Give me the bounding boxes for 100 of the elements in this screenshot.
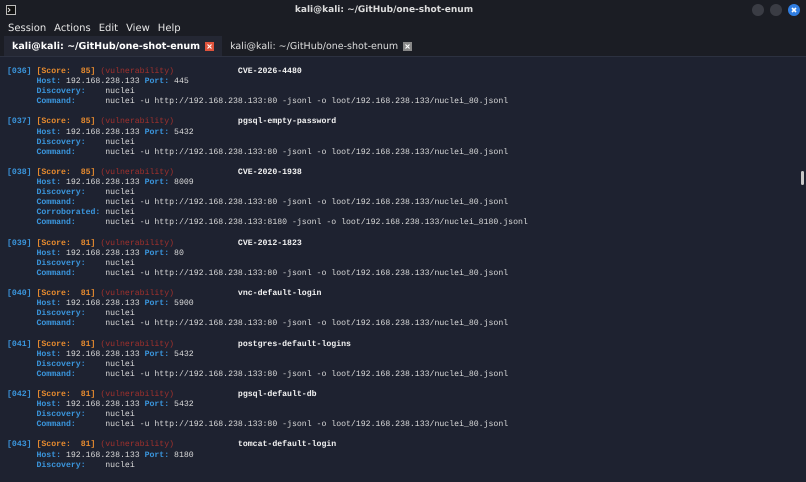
field-label: Command:: [36, 268, 76, 279]
field-label: Discovery:: [36, 138, 86, 148]
field-label: Host:: [36, 128, 62, 138]
finding-title: CVE-2026-4480: [238, 67, 302, 78]
window-title: kali@kali: ~/GitHub/one-shot-enum: [294, 5, 474, 15]
finding-id: [036]: [7, 67, 32, 78]
field-label: Discovery:: [36, 87, 86, 97]
terminal-icon: [6, 5, 16, 15]
field-value: 192.168.238.133: [66, 450, 140, 461]
menu-item[interactable]: Help: [158, 22, 181, 34]
menu-item[interactable]: Session: [8, 22, 46, 34]
finding-title: CVE-2020-1938: [238, 168, 302, 178]
field-label: Command:: [36, 420, 76, 430]
terminal-tab[interactable]: kali@kali: ~/GitHub/one-shot-enum: [4, 36, 222, 56]
field-label: Command:: [36, 97, 76, 108]
field-label: Host:: [36, 350, 62, 360]
field-value: nuclei: [105, 208, 135, 218]
field-label: Discovery:: [36, 410, 86, 420]
finding-score: [Score: 81]: [36, 440, 96, 451]
field-label: Command:: [36, 148, 76, 158]
finding-type: (vulnerability): [100, 238, 174, 249]
finding-id: [042]: [7, 390, 32, 400]
field-label: Port:: [144, 178, 170, 188]
field-value: 5432: [174, 350, 194, 360]
field-value: 8180: [174, 450, 194, 461]
finding-id: [041]: [7, 340, 32, 350]
close-icon[interactable]: [205, 42, 214, 50]
field-value: nuclei -u http://192.168.238.133:80 -jsonl -o loot/192.168.238.133/nuclei_80.jsonl: [105, 97, 508, 108]
finding-type: (vulnerability): [100, 289, 174, 300]
field-value: 192.168.238.133: [66, 400, 140, 410]
field-label: Command:: [36, 198, 76, 208]
field-label: Port:: [144, 350, 170, 360]
finding-score: [Score: 85]: [36, 168, 96, 178]
field-value: nuclei -u http://192.168.238.133:80 -jsonl -o loot/192.168.238.133/nuclei_80.jsonl: [105, 198, 508, 208]
menu-item[interactable]: Edit: [98, 22, 118, 34]
field-label: Corroborated:: [36, 208, 100, 218]
field-label: Port:: [144, 128, 170, 138]
field-value: 80: [174, 248, 184, 259]
field-label: Discovery:: [36, 309, 86, 319]
field-label: Discovery:: [36, 360, 86, 370]
field-value: nuclei -u http://192.168.238.133:80 -jsonl -o loot/192.168.238.133/nuclei_80.jsonl: [105, 319, 508, 330]
field-value: 192.168.238.133: [66, 178, 140, 188]
field-value: nuclei -u http://192.168.238.133:80 -jsonl -o loot/192.168.238.133/nuclei_80.jsonl: [105, 148, 508, 158]
scrollbar-thumb[interactable]: [801, 171, 804, 185]
finding-title: vnc-default-login: [238, 289, 322, 300]
finding-type: (vulnerability): [100, 67, 174, 78]
field-value: nuclei -u http://192.168.238.133:8180 -jsonl -o loot/192.168.238.133/nuclei_8180.jsonl: [105, 218, 528, 228]
field-value: nuclei: [105, 87, 135, 97]
terminal-tab[interactable]: kali@kali: ~/GitHub/one-shot-enum: [222, 36, 420, 56]
field-value: nuclei: [105, 360, 135, 370]
field-value: 192.168.238.133: [66, 299, 140, 309]
field-value: 5432: [174, 400, 194, 410]
field-value: 192.168.238.133: [66, 77, 140, 87]
field-value: 192.168.238.133: [66, 128, 140, 138]
field-label: Command:: [36, 319, 76, 330]
finding-title: CVE-2012-1823: [238, 238, 302, 249]
finding-score: [Score: 81]: [36, 390, 96, 400]
field-value: nuclei: [105, 410, 135, 420]
field-value: 5432: [174, 128, 194, 138]
finding-score: [Score: 81]: [36, 289, 96, 300]
close-icon[interactable]: [403, 42, 412, 50]
field-value: nuclei: [105, 188, 135, 198]
finding-id: [038]: [7, 168, 32, 178]
finding-type: (vulnerability): [100, 390, 174, 400]
finding-title: pgsql-empty-password: [238, 117, 336, 128]
field-value: nuclei -u http://192.168.238.133:80 -jsonl -o loot/192.168.238.133/nuclei_80.jsonl: [105, 268, 508, 279]
field-value: nuclei: [105, 460, 135, 471]
field-value: nuclei: [105, 258, 135, 269]
field-label: Host:: [36, 77, 62, 87]
field-label: Host:: [36, 299, 62, 309]
finding-id: [037]: [7, 117, 32, 128]
finding-score: [Score: 81]: [36, 238, 96, 249]
finding-type: (vulnerability): [100, 168, 174, 178]
menu-item[interactable]: View: [126, 22, 150, 34]
field-label: Port:: [144, 450, 170, 461]
field-label: Discovery:: [36, 188, 86, 198]
finding-type: (vulnerability): [100, 440, 174, 451]
field-label: Host:: [36, 450, 62, 461]
field-label: Discovery:: [36, 460, 86, 471]
finding-type: (vulnerability): [100, 117, 174, 128]
field-value: nuclei: [105, 309, 135, 319]
field-label: Discovery:: [36, 258, 86, 269]
close-button[interactable]: [788, 4, 800, 16]
field-value: nuclei -u http://192.168.238.133:80 -jsonl -o loot/192.168.238.133/nuclei_80.jsonl: [105, 370, 508, 380]
menu-item[interactable]: Actions: [54, 22, 91, 34]
field-label: Port:: [144, 400, 170, 410]
field-value: 192.168.238.133: [66, 350, 140, 360]
finding-id: [043]: [7, 440, 32, 451]
finding-type: (vulnerability): [100, 340, 174, 350]
finding-score: [Score: 85]: [36, 117, 96, 128]
field-label: Port:: [144, 299, 170, 310]
finding-title: postgres-default-logins: [238, 340, 351, 350]
finding-id: [040]: [7, 289, 32, 300]
finding-id: [039]: [7, 238, 32, 249]
finding-score: [Score: 81]: [36, 340, 96, 350]
field-value: nuclei: [105, 138, 135, 148]
field-label: Port:: [144, 77, 170, 88]
field-value: 445: [174, 77, 189, 88]
field-label: Port:: [144, 248, 170, 259]
field-label: Command:: [36, 218, 76, 228]
